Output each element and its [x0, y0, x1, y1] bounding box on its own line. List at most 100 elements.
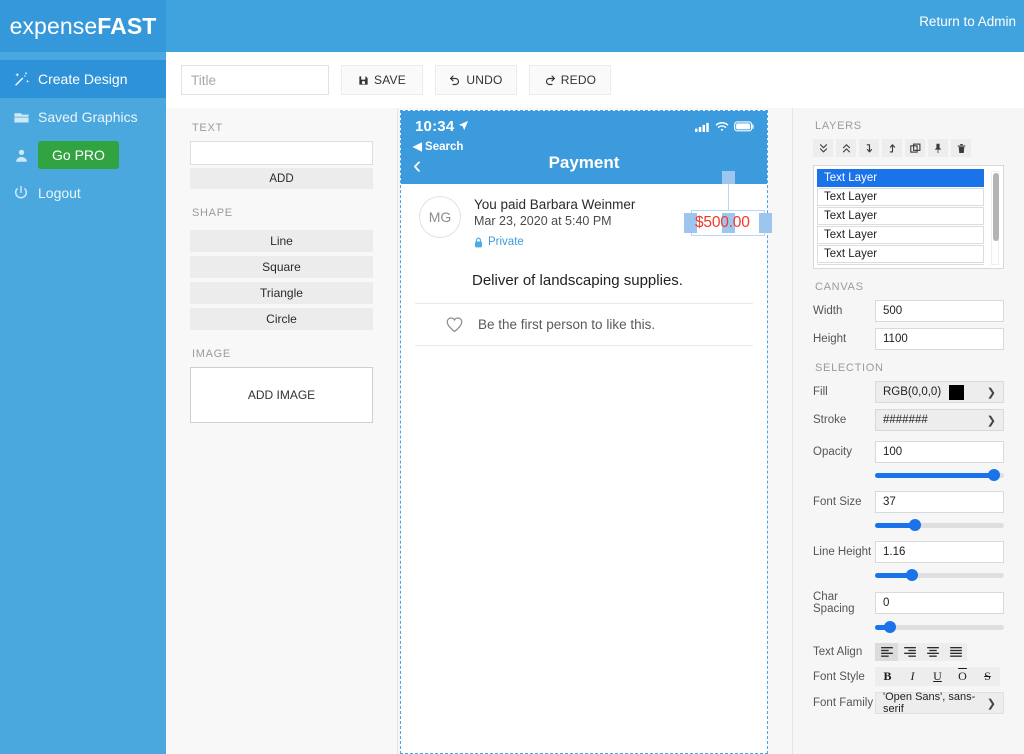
shape-section-heading: SHAPE: [192, 207, 233, 219]
text-section-heading: TEXT: [192, 122, 223, 134]
stroke-row: Stroke ####### ❯: [813, 409, 1004, 431]
app-root: expenseFAST Return to Admin Create Desig…: [0, 0, 1024, 754]
canvas-height-row: Height 1100: [813, 328, 1004, 350]
align-justify-icon[interactable]: [944, 643, 967, 661]
italic-icon[interactable]: I: [900, 667, 925, 686]
status-indicators: [695, 121, 755, 132]
shape-square-button[interactable]: Square: [190, 256, 373, 278]
shape-triangle-button[interactable]: Triangle: [190, 282, 373, 304]
fill-picker[interactable]: RGB(0,0,0) ❯: [875, 381, 1004, 403]
char-spacing-slider[interactable]: [875, 621, 1004, 633]
fill-value-wrap: RGB(0,0,0): [883, 384, 965, 400]
align-left-icon[interactable]: [875, 643, 898, 661]
brand-logo[interactable]: expenseFAST: [0, 0, 166, 52]
font-family-label: Font Family: [813, 697, 874, 709]
sidebar-item-go-pro[interactable]: Go PRO: [0, 136, 166, 174]
strikethrough-icon[interactable]: S: [975, 667, 1000, 686]
editor-toolbar: SAVE UNDO REDO: [166, 52, 1024, 108]
layer-item[interactable]: Text Layer: [817, 169, 984, 187]
brand-light: expense: [9, 12, 98, 39]
underline-icon[interactable]: U: [925, 667, 950, 686]
sidebar-item-label: Logout: [38, 185, 81, 201]
opacity-label: Opacity: [813, 446, 852, 458]
align-center-icon[interactable]: [921, 643, 944, 661]
font-size-row: Font Size 37: [813, 491, 1004, 513]
go-pro-button[interactable]: Go PRO: [38, 141, 119, 169]
sidebar-item-create-design[interactable]: Create Design: [0, 60, 166, 98]
canvas-height-input[interactable]: 1100: [875, 328, 1004, 350]
payment-info: You paid Barbara Weinmer Mar 23, 2020 at…: [461, 196, 635, 248]
slider-knob[interactable]: [987, 469, 1000, 481]
text-input[interactable]: [190, 141, 373, 165]
char-spacing-input[interactable]: 0: [875, 592, 1004, 614]
layers-scrollbar-thumb[interactable]: [993, 173, 999, 241]
user-icon: [8, 148, 34, 163]
add-text-button[interactable]: ADD: [190, 168, 373, 189]
line-height-slider[interactable]: [875, 569, 1004, 581]
location-arrow-icon: [458, 120, 469, 131]
align-right-icon[interactable]: [898, 643, 921, 661]
save-button[interactable]: SAVE: [341, 65, 423, 95]
slider-knob[interactable]: [906, 569, 919, 581]
bold-icon[interactable]: B: [875, 667, 900, 686]
image-section-heading: IMAGE: [192, 348, 231, 360]
layers-list[interactable]: Text Layer Text Layer Text Layer Text La…: [813, 165, 1004, 269]
stroke-picker[interactable]: ####### ❯: [875, 409, 1004, 431]
pin-icon[interactable]: [928, 139, 948, 157]
opacity-slider[interactable]: [875, 469, 1004, 481]
delete-icon[interactable]: [951, 139, 971, 157]
stroke-value: #######: [883, 414, 928, 426]
font-family-value: 'Open Sans', sans-serif: [883, 691, 976, 715]
battery-icon: [734, 121, 755, 132]
status-time: 10:34: [415, 118, 455, 135]
move-down-icon[interactable]: [859, 139, 879, 157]
add-image-button[interactable]: ADD IMAGE: [190, 367, 373, 423]
redo-label: REDO: [560, 73, 597, 87]
wifi-icon: [715, 121, 729, 132]
line-height-slider-row: [813, 569, 1004, 581]
design-canvas[interactable]: 10:34 ◀ Search ‹ Payment MG You paid Bar…: [400, 110, 772, 754]
return-to-admin-link[interactable]: Return to Admin: [919, 14, 1016, 29]
layer-item[interactable]: Text Layer: [817, 264, 984, 265]
slider-knob[interactable]: [908, 519, 921, 531]
bring-to-front-icon[interactable]: [836, 139, 856, 157]
shape-line-button[interactable]: Line: [190, 230, 373, 252]
layer-item[interactable]: Text Layer: [817, 188, 984, 206]
font-family-select[interactable]: 'Open Sans', sans-serif ❯: [875, 691, 1004, 715]
stroke-label: Stroke: [813, 414, 847, 426]
fill-label: Fill: [813, 386, 828, 398]
layer-item[interactable]: Text Layer: [817, 245, 984, 263]
layer-item[interactable]: Text Layer: [817, 207, 984, 225]
send-to-back-icon[interactable]: [813, 139, 833, 157]
shape-circle-button[interactable]: Circle: [190, 308, 373, 330]
fill-row: Fill RGB(0,0,0) ❯: [813, 381, 1004, 403]
resize-handle-right[interactable]: [759, 213, 772, 233]
font-style-group: B I U O S: [875, 667, 1000, 686]
phone-nav-bar: ‹ Payment: [401, 151, 767, 184]
like-text: Be the first person to like this.: [478, 317, 656, 332]
sidebar-top-spacer: [0, 52, 166, 60]
font-size-input[interactable]: 37: [875, 491, 1004, 513]
layer-item[interactable]: Text Layer: [817, 226, 984, 244]
move-up-icon[interactable]: [882, 139, 902, 157]
overline-icon[interactable]: O: [950, 667, 975, 686]
save-label: SAVE: [374, 73, 406, 87]
layers-scrollbar[interactable]: [991, 171, 999, 265]
line-height-input[interactable]: 1.16: [875, 541, 1004, 563]
title-input[interactable]: [181, 65, 329, 95]
sidebar-item-logout[interactable]: Logout: [0, 174, 166, 212]
signal-icon: [695, 122, 710, 132]
top-bar: expenseFAST Return to Admin: [0, 0, 1024, 52]
redo-button[interactable]: REDO: [529, 65, 611, 95]
rotate-handle[interactable]: [722, 171, 735, 184]
slider-knob[interactable]: [884, 621, 897, 633]
undo-button[interactable]: UNDO: [435, 65, 517, 95]
font-style-label: Font Style: [813, 670, 865, 683]
opacity-input[interactable]: 100: [875, 441, 1004, 463]
duplicate-icon[interactable]: [905, 139, 925, 157]
canvas-width-input[interactable]: 500: [875, 300, 1004, 322]
heart-icon[interactable]: [445, 316, 464, 333]
sidebar-item-saved-graphics[interactable]: Saved Graphics: [0, 98, 166, 136]
font-size-slider[interactable]: [875, 519, 1004, 531]
